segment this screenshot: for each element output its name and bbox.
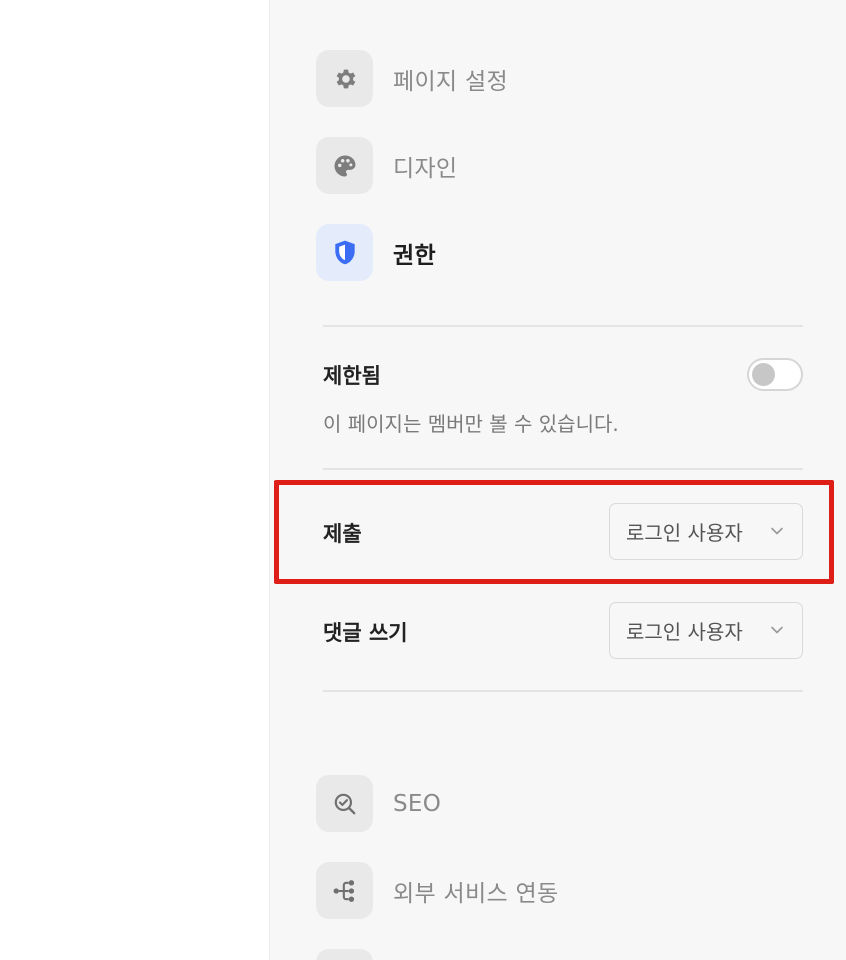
- palette-icon: [316, 137, 373, 194]
- divider: [323, 468, 803, 470]
- submit-label: 제출: [323, 522, 362, 546]
- menu-item-seo[interactable]: SEO: [316, 775, 441, 832]
- gear-icon: [316, 50, 373, 107]
- menu-label-permissions: 권한: [393, 242, 436, 269]
- shield-icon: [316, 224, 373, 281]
- submit-permission-select[interactable]: 로그인 사용자: [609, 503, 803, 560]
- submit-permission-value: 로그인 사용자: [626, 521, 743, 545]
- menu-item-design[interactable]: 디자인: [316, 137, 457, 194]
- menu-label-design: 디자인: [393, 155, 458, 182]
- integration-icon: [316, 862, 373, 919]
- menu-item-integrations[interactable]: 외부 서비스 연동: [316, 862, 558, 919]
- seo-search-icon: [316, 775, 373, 832]
- menu-label-integrations: 외부 서비스 연동: [393, 880, 559, 907]
- settings-panel: 페이지 설정 디자인 권한 제한됨 이 페이지는 멤버만 볼 수 있습니다. 제…: [269, 0, 846, 960]
- restricted-toggle[interactable]: [747, 358, 803, 391]
- chevron-down-icon: [771, 527, 783, 535]
- restricted-description: 이 페이지는 멤버만 볼 수 있습니다.: [323, 412, 619, 436]
- menu-label-seo: SEO: [393, 790, 442, 817]
- toggle-knob: [752, 363, 775, 386]
- divider: [323, 325, 803, 327]
- menu-item-permissions[interactable]: 권한: [316, 224, 436, 281]
- divider: [323, 690, 803, 692]
- restricted-title: 제한됨: [323, 364, 381, 388]
- comment-permission-select[interactable]: 로그인 사용자: [609, 602, 803, 659]
- chevron-down-icon: [771, 626, 783, 634]
- next-menu-item-icon[interactable]: [316, 949, 373, 960]
- left-blank-area: [0, 0, 269, 960]
- menu-item-page-settings[interactable]: 페이지 설정: [316, 50, 508, 107]
- page: 페이지 설정 디자인 권한 제한됨 이 페이지는 멤버만 볼 수 있습니다. 제…: [0, 0, 846, 960]
- comment-permission-value: 로그인 사용자: [626, 620, 743, 644]
- menu-label-page-settings: 페이지 설정: [393, 68, 508, 95]
- comment-label: 댓글 쓰기: [323, 621, 408, 645]
